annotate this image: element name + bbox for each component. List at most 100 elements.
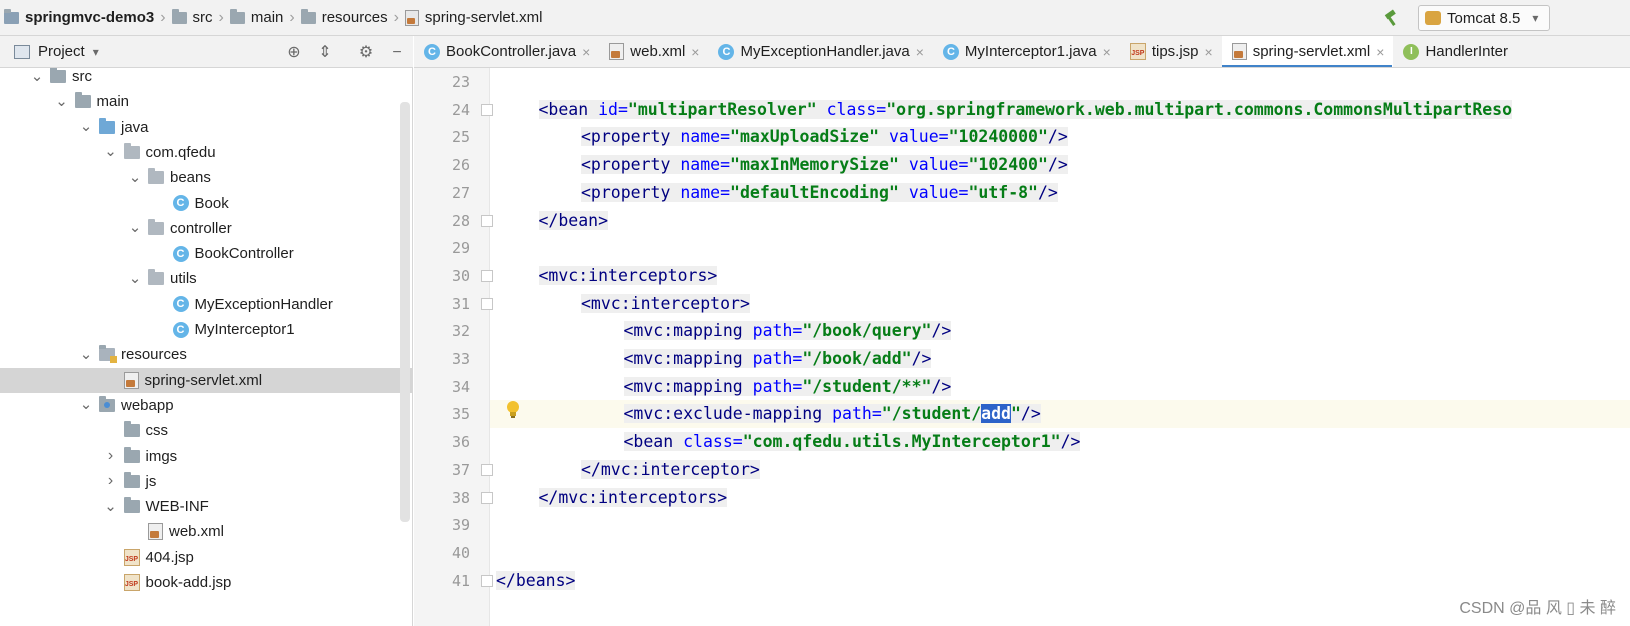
breadcrumb-project[interactable]: springmvc-demo3: [4, 0, 154, 36]
tree-item-label: spring-servlet.xml: [144, 371, 263, 389]
code-line[interactable]: <property name="defaultEncoding" value="…: [490, 179, 1630, 207]
tree-item[interactable]: C MyInterceptor1: [0, 317, 412, 342]
code-line[interactable]: </mvc:interceptor>: [490, 456, 1630, 484]
locate-crosshair-icon[interactable]: ⊕: [285, 44, 303, 62]
tree-item-label: beans: [170, 169, 211, 187]
tree-item[interactable]: › imgs: [0, 444, 412, 469]
editor-tab[interactable]: I HandlerInter: [1393, 36, 1517, 67]
code-value-token: "/student/: [881, 404, 982, 424]
tree-item[interactable]: ⌄ webapp: [0, 393, 412, 418]
project-view-selector[interactable]: Project ▾: [14, 43, 99, 60]
code-line[interactable]: [490, 539, 1630, 567]
folder-icon: [171, 8, 187, 24]
expand-arrow-icon[interactable]: ⌄: [79, 347, 93, 362]
expand-arrow-icon[interactable]: ⌄: [55, 94, 69, 109]
collapse-all-icon[interactable]: ⇕: [316, 44, 334, 62]
expand-arrow-icon[interactable]: ⌄: [128, 271, 142, 286]
tree-item[interactable]: ⌄ java: [0, 115, 412, 140]
tree-item[interactable]: ⌄ utils: [0, 266, 412, 291]
code-line[interactable]: [490, 234, 1630, 262]
code-line[interactable]: [490, 68, 1630, 96]
expand-arrow-icon[interactable]: ⌄: [79, 397, 93, 412]
code-tag: <bean id="multipartResolver" class="org.…: [538, 99, 1513, 119]
tree-item[interactable]: ⌄ resources: [0, 342, 412, 367]
code-line[interactable]: <mvc:mapping path="/book/add"/>: [490, 345, 1630, 373]
code-line[interactable]: <property name="maxUploadSize" value="10…: [490, 123, 1630, 151]
code-tag-token: <mvc:mapping: [623, 376, 753, 396]
tree-item[interactable]: JSP book-add.jsp: [0, 570, 412, 595]
editor-tab[interactable]: C MyExceptionHandler.java ×: [708, 36, 932, 67]
expand-arrow-icon[interactable]: ⌄: [128, 220, 142, 235]
code-tag-token: <mvc:interceptor>: [581, 293, 750, 313]
collapse-arrow-icon[interactable]: ›: [104, 472, 118, 490]
breadcrumb-main[interactable]: main: [229, 0, 284, 36]
editor-tab[interactable]: C BookController.java ×: [414, 36, 599, 67]
expand-arrow-icon[interactable]: ⌄: [79, 119, 93, 134]
tree-item-label: src: [72, 68, 92, 85]
tree-item[interactable]: ⌄ com.qfedu: [0, 140, 412, 165]
editor-tab[interactable]: JSP tips.jsp ×: [1120, 36, 1222, 67]
close-tab-icon[interactable]: ×: [1376, 44, 1384, 60]
code-line[interactable]: </mvc:interceptors>: [490, 484, 1630, 512]
tree-item[interactable]: css: [0, 418, 412, 443]
code-line[interactable]: </beans>: [490, 567, 1630, 595]
code-line[interactable]: <mvc:interceptors>: [490, 262, 1630, 290]
editor-tab[interactable]: spring-servlet.xml ×: [1221, 36, 1394, 67]
breadcrumb-separator: ›: [160, 8, 166, 26]
code-tag-token: <mvc:mapping: [623, 349, 753, 368]
code-line[interactable]: <mvc:mapping path="/book/query"/>: [490, 317, 1630, 345]
code-attribute-token: path=: [752, 321, 803, 341]
code-tag: </mvc:interceptors>: [538, 487, 728, 507]
tree-item[interactable]: ⌄ main: [0, 89, 412, 114]
minimize-icon[interactable]: −: [388, 44, 406, 62]
code-line[interactable]: <bean id="multipartResolver" class="org.…: [490, 96, 1630, 124]
code-tag-token: <bean: [623, 432, 684, 452]
tree-item[interactable]: web.xml: [0, 519, 412, 544]
tree-item[interactable]: ⌄ beans: [0, 165, 412, 190]
code-line[interactable]: [490, 511, 1630, 539]
close-tab-icon[interactable]: ×: [1205, 44, 1213, 60]
code-line[interactable]: <mvc:exclude-mapping path="/student/add"…: [490, 400, 1630, 429]
tree-item[interactable]: C MyExceptionHandler: [0, 292, 412, 317]
tree-item[interactable]: ⌄ WEB-INF: [0, 494, 412, 519]
expand-arrow-icon[interactable]: ⌄: [128, 170, 142, 185]
gear-icon[interactable]: ⚙: [357, 44, 375, 62]
tree-scrollbar[interactable]: [400, 102, 410, 522]
close-tab-icon[interactable]: ×: [582, 44, 590, 60]
breadcrumb-item-label: main: [250, 9, 284, 26]
expand-arrow-icon[interactable]: ⌄: [104, 144, 118, 159]
close-tab-icon[interactable]: ×: [691, 44, 699, 60]
tree-item[interactable]: ⌄ controller: [0, 216, 412, 241]
code-line[interactable]: <mvc:interceptor>: [490, 290, 1630, 318]
code-line[interactable]: <property name="maxInMemorySize" value="…: [490, 151, 1630, 179]
breadcrumb-separator: ›: [218, 8, 224, 26]
run-configuration-selector[interactable]: Tomcat 8.5 ▾: [1418, 5, 1550, 31]
interface-icon: I: [1403, 43, 1420, 60]
tree-item-label: imgs: [145, 447, 178, 465]
code-line[interactable]: </bean>: [490, 207, 1630, 235]
tree-item[interactable]: JSP 404.jsp: [0, 545, 412, 570]
expand-arrow-icon[interactable]: ⌄: [104, 499, 118, 514]
close-tab-icon[interactable]: ×: [1103, 44, 1111, 60]
code-line[interactable]: <mvc:mapping path="/student/**"/>: [490, 373, 1630, 401]
tree-item-label: utils: [170, 270, 197, 288]
tree-item[interactable]: ⌄ src: [0, 68, 412, 89]
editor-tab[interactable]: web.xml ×: [599, 36, 708, 67]
editor-tab[interactable]: C MyInterceptor1.java ×: [933, 36, 1120, 67]
build-hammer-icon[interactable]: [1383, 9, 1401, 27]
breadcrumb-src[interactable]: src: [171, 0, 213, 36]
collapse-arrow-icon[interactable]: ›: [104, 447, 118, 465]
code-attribute-token: path=: [752, 376, 803, 396]
breadcrumb-resources[interactable]: resources: [300, 0, 388, 36]
lightbulb-intention-icon[interactable]: [505, 400, 521, 420]
expand-arrow-icon[interactable]: ⌄: [30, 69, 44, 84]
code-tag-token: />: [1047, 155, 1068, 175]
tree-item[interactable]: › js: [0, 469, 412, 494]
tree-item[interactable]: C Book: [0, 191, 412, 216]
close-tab-icon[interactable]: ×: [916, 44, 924, 60]
tree-item-label: WEB-INF: [145, 498, 209, 516]
tree-item[interactable]: spring-servlet.xml: [0, 367, 412, 393]
breadcrumb-file[interactable]: spring-servlet.xml: [404, 0, 542, 36]
code-line[interactable]: <bean class="com.qfedu.utils.MyIntercept…: [490, 428, 1630, 456]
tree-item[interactable]: C BookController: [0, 241, 412, 266]
